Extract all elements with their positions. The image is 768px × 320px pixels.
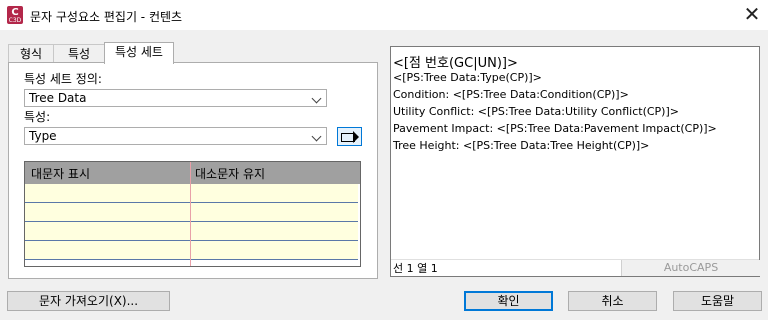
title-bar: C C3D 문자 구성요소 편집기 - 컨텐츠 ✕ [0, 0, 768, 30]
import-text-button[interactable]: 문자 가져오기(X)... [7, 291, 170, 311]
property-label: 특성: [24, 110, 51, 124]
autocaps-status: AutoCAPS [621, 260, 760, 276]
editor-line[interactable]: Pavement Impact: <[PS:Tree Data:Pavement… [393, 122, 717, 135]
tab-format[interactable]: 형식 [8, 44, 54, 63]
insert-arrow-head-icon [353, 131, 359, 143]
ok-button[interactable]: 확인 [464, 291, 553, 311]
close-icon[interactable]: ✕ [740, 3, 764, 27]
tab-property-sets[interactable]: 특성 세트 [104, 42, 174, 64]
modifier-grid[interactable]: 대문자 표시 대소문자 유지 [24, 161, 361, 267]
property-dropdown[interactable]: Type [24, 127, 327, 145]
chevron-down-icon [311, 131, 322, 142]
grid-header-preserve-case: 대소문자 유지 [195, 167, 266, 181]
grid-row[interactable] [25, 203, 358, 222]
grid-row[interactable] [25, 222, 358, 241]
grid-header-uppercase: 대문자 표시 [31, 167, 91, 181]
grid-row[interactable] [25, 241, 358, 260]
property-set-definition-value: Tree Data [29, 91, 87, 105]
property-set-definition-label: 특성 세트 정의: [24, 72, 102, 86]
grid-header: 대문자 표시 대소문자 유지 [25, 162, 360, 184]
help-button[interactable]: 도움말 [673, 291, 762, 311]
editor-line[interactable]: <[PS:Tree Data:Type(CP)]> [393, 71, 542, 84]
editor-line[interactable]: Tree Height: <[PS:Tree Data:Tree Height(… [393, 139, 649, 152]
grid-row[interactable] [25, 184, 358, 203]
cancel-button[interactable]: 취소 [568, 291, 657, 311]
property-value: Type [29, 129, 57, 143]
chevron-down-icon [311, 93, 322, 104]
grid-column-separator [190, 162, 191, 266]
editor-line[interactable]: Condition: <[PS:Tree Data:Condition(CP)]… [393, 88, 629, 101]
insert-property-button[interactable] [337, 127, 362, 146]
editor-line[interactable]: Utility Conflict: <[PS:Tree Data:Utility… [393, 105, 679, 118]
cursor-position-status: 선 1 열 1 [393, 262, 438, 275]
editor-line[interactable]: <[점 번호(GC|UN)]> [393, 52, 518, 71]
window-title: 문자 구성요소 편집기 - 컨텐츠 [30, 10, 183, 24]
property-set-definition-dropdown[interactable]: Tree Data [24, 89, 327, 107]
tab-properties[interactable]: 특성 [53, 44, 105, 63]
text-editor[interactable]: <[점 번호(GC|UN)]> <[PS:Tree Data:Type(CP)]… [390, 46, 760, 277]
civil3d-app-icon: C C3D [7, 6, 23, 24]
